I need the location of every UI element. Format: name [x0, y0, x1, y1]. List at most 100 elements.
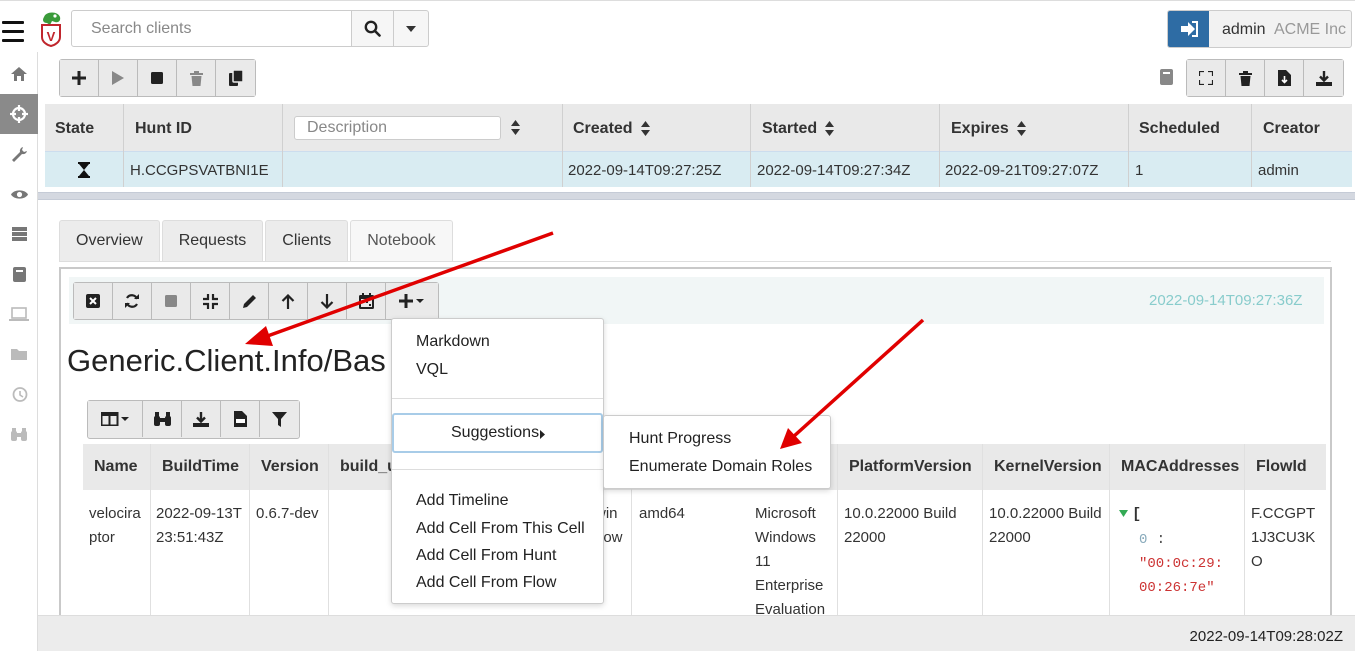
sidebar-item-files[interactable] [0, 334, 38, 374]
divider [1128, 104, 1129, 187]
laptop-icon [9, 306, 29, 321]
fullscreen-button[interactable] [1187, 60, 1226, 96]
menu-item-enumerate-domain-roles[interactable]: Enumerate Domain Roles [629, 458, 812, 476]
download-table-button[interactable] [182, 401, 221, 437]
cell-toolbar [73, 282, 439, 320]
sidebar-item-server[interactable] [0, 214, 38, 254]
add-cell-dropdown-button[interactable] [386, 283, 438, 319]
status-time: 2022-09-14T09:28:02Z [1189, 628, 1343, 645]
trash-icon [189, 70, 203, 86]
menu-item-vql[interactable]: VQL [416, 361, 448, 379]
delete-button[interactable] [1226, 60, 1265, 96]
cell-platformversion: 10.0.22000 Build 22000 [844, 505, 957, 546]
menu-item-add-cell-from-hunt[interactable]: Add Cell From Hunt [416, 547, 557, 565]
stop-hunt-button[interactable] [138, 60, 177, 96]
search-table-button[interactable] [143, 401, 182, 437]
panel-splitter[interactable] [38, 192, 1355, 200]
filter-button[interactable] [260, 401, 299, 437]
collapse-cell-button[interactable] [191, 283, 230, 319]
sidebar-item-history[interactable] [0, 374, 38, 414]
notebook-icon[interactable] [1160, 69, 1173, 85]
calendar-icon [358, 293, 374, 309]
col-version[interactable]: Version [261, 458, 319, 476]
divider [392, 469, 603, 470]
move-up-button[interactable] [269, 283, 308, 319]
timeline-button[interactable] [347, 283, 386, 319]
expand-toggle-icon[interactable] [1119, 505, 1128, 522]
tab-clients[interactable]: Clients [265, 220, 349, 261]
divider [750, 104, 751, 187]
tab-requests[interactable]: Requests [161, 220, 264, 261]
logout-button[interactable] [1168, 11, 1209, 47]
sidebar-item-search[interactable] [0, 414, 38, 454]
username[interactable]: admin [1222, 21, 1266, 39]
col-platformversion[interactable]: PlatformVersion [849, 458, 972, 476]
cell-timestamp: 2022-09-14T09:27:36Z [1149, 292, 1303, 309]
tab-overview[interactable]: Overview [59, 220, 160, 261]
download-csv-button[interactable] [221, 401, 260, 437]
edit-cell-button[interactable] [230, 283, 269, 319]
close-cell-button[interactable] [74, 283, 113, 319]
menu-item-suggestions[interactable]: Suggestions [392, 413, 603, 453]
menu-item-markdown[interactable]: Markdown [416, 333, 490, 351]
menu-item-hunt-progress[interactable]: Hunt Progress [629, 430, 731, 448]
search-clients-input[interactable] [71, 10, 352, 47]
sidebar-item-view[interactable] [0, 174, 38, 214]
menu-item-add-timeline[interactable]: Add Timeline [416, 492, 509, 510]
col-expires[interactable]: Expires [951, 120, 1026, 138]
stop-icon [165, 295, 177, 307]
search-options-dropdown[interactable] [393, 10, 429, 47]
column-selector-button[interactable] [88, 401, 143, 437]
col-kernelversion[interactable]: KernelVersion [994, 458, 1102, 476]
hourglass-icon [78, 162, 90, 178]
col-name[interactable]: Name [94, 458, 138, 476]
menu-item-add-cell-from-flow[interactable]: Add Cell From Flow [416, 574, 556, 592]
menu-item-add-cell-from-this-cell[interactable]: Add Cell From This Cell [416, 520, 585, 538]
cell-macaddresses: [ 0 : "00:0c:29:00:26:7e" [1119, 502, 1239, 600]
hunt-toolbar [59, 59, 256, 97]
sidebar [0, 52, 38, 651]
new-hunt-button[interactable] [60, 60, 99, 96]
sidebar-item-home[interactable] [0, 54, 38, 94]
pencil-icon [242, 294, 256, 308]
col-buildtime[interactable]: BuildTime [162, 458, 239, 476]
sidebar-item-notebooks[interactable] [0, 254, 38, 294]
trash-icon [1238, 70, 1252, 86]
copy-hunt-button[interactable] [216, 60, 255, 96]
cell-heading: Generic.Client.Info/Bas [67, 343, 386, 378]
move-down-button[interactable] [308, 283, 347, 319]
svg-text:V: V [47, 29, 56, 44]
cell-name: velociraptor [89, 505, 141, 546]
divider [282, 104, 283, 187]
cell-buildtime: 2022-09-13T23:51:43Z [156, 505, 242, 546]
description-filter-input[interactable] [294, 116, 501, 140]
delete-hunt-button[interactable] [177, 60, 216, 96]
hamburger-menu-icon[interactable] [2, 21, 24, 45]
col-flowid[interactable]: FlowId [1256, 458, 1307, 476]
recalculate-button[interactable] [113, 283, 152, 319]
col-macaddresses[interactable]: MACAddresses [1121, 458, 1239, 476]
tab-notebook[interactable]: Notebook [350, 220, 453, 261]
sidebar-item-hunts[interactable] [0, 94, 38, 134]
stop-cell-button[interactable] [152, 283, 191, 319]
copy-icon [228, 70, 243, 86]
sort-icon[interactable] [511, 120, 520, 135]
sidebar-item-client[interactable] [0, 294, 38, 334]
sidebar-item-artifacts[interactable] [0, 134, 38, 174]
export-file-button[interactable] [1265, 60, 1304, 96]
table-row[interactable]: H.CCGPSVATBNI1E 2022-09-14T09:27:25Z 202… [45, 151, 1352, 187]
col-created[interactable]: Created [573, 120, 650, 138]
col-scheduled: Scheduled [1139, 120, 1220, 137]
folder-icon [11, 349, 27, 360]
compress-icon [202, 293, 218, 309]
download-button[interactable] [1304, 60, 1343, 96]
hunt-created: 2022-09-14T09:27:25Z [568, 162, 722, 179]
download-icon [193, 411, 209, 427]
download-icon [1315, 70, 1332, 86]
run-hunt-button[interactable] [99, 60, 138, 96]
col-build-url[interactable]: build_u [340, 458, 397, 476]
search-button[interactable] [351, 10, 394, 47]
org-name[interactable]: ACME Inc [1274, 21, 1346, 39]
binoculars-icon [11, 427, 27, 441]
col-started[interactable]: Started [762, 120, 835, 138]
